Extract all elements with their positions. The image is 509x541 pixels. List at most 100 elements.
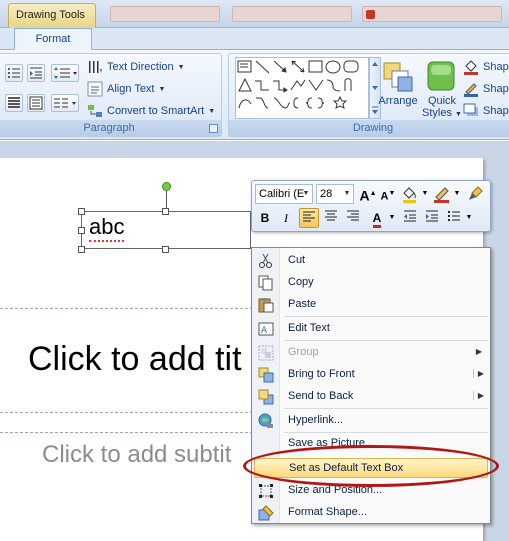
resize-handle[interactable] xyxy=(162,208,169,215)
chevron-down-icon[interactable]: ▼ xyxy=(420,184,430,204)
title-bar: Drawing Tools xyxy=(0,0,509,28)
bullets-icon xyxy=(8,68,20,78)
subtitle-placeholder[interactable]: Click to add subtit xyxy=(42,441,231,469)
drawing-group-label: Drawing xyxy=(229,120,509,136)
paragraph-dialog-launcher[interactable] xyxy=(209,124,218,133)
menu-separator xyxy=(284,316,488,317)
pencil-icon xyxy=(463,81,479,97)
shape-effects-icon xyxy=(463,103,479,119)
copy-icon xyxy=(258,275,274,291)
align-left-button[interactable] xyxy=(5,94,23,112)
title-placeholder[interactable]: Click to add tit xyxy=(28,340,242,379)
background-window-tab xyxy=(232,6,352,22)
menu-item-hyperlink[interactable]: Hyperlink... xyxy=(254,411,488,431)
align-left-button[interactable] xyxy=(299,208,319,228)
bullets-icon xyxy=(448,211,460,221)
text-direction-button[interactable]: Text Direction ▼ xyxy=(87,58,185,76)
paint-bucket-icon xyxy=(403,187,416,203)
paragraph-group: Text Direction ▼ Align Text ▼ Convert to… xyxy=(0,53,222,137)
menu-item-bring-to-front[interactable]: Bring to Front ▶ xyxy=(254,365,488,385)
smartart-icon xyxy=(87,103,103,119)
menu-item-send-to-back[interactable]: Send to Back ▶ xyxy=(254,387,488,407)
send-to-back-icon xyxy=(258,389,274,405)
resize-handle[interactable] xyxy=(162,246,169,253)
distributed-icon xyxy=(29,96,43,110)
shapes-gallery[interactable] xyxy=(235,57,369,119)
chevron-down-icon[interactable]: ▼ xyxy=(387,208,397,228)
line-color-button[interactable] xyxy=(432,184,452,204)
chevron-down-icon[interactable]: ▼ xyxy=(464,208,474,228)
increase-indent-button[interactable] xyxy=(422,208,442,228)
quick-styles-button[interactable]: Quick Styles ▼ xyxy=(417,57,467,119)
submenu-arrow-icon[interactable]: ▶ xyxy=(472,391,484,400)
drawing-group: Arrange Quick Styles ▼ Shap Shap Shap Dra… xyxy=(228,53,509,137)
size-position-icon xyxy=(258,483,274,499)
chevron-down-icon[interactable]: ▼ xyxy=(341,185,353,203)
menu-item-copy[interactable]: Copy xyxy=(254,273,488,293)
background-window-tab xyxy=(362,6,502,22)
bring-to-front-icon xyxy=(258,367,274,383)
paint-bucket-icon xyxy=(463,59,479,75)
align-right-icon xyxy=(347,210,359,221)
line-spacing-button[interactable] xyxy=(51,64,79,82)
pencil-icon xyxy=(434,187,449,203)
app-icon xyxy=(366,10,375,19)
columns-icon xyxy=(54,98,76,108)
resize-handle[interactable] xyxy=(78,227,85,234)
submenu-arrow-icon: ▶ xyxy=(475,347,482,356)
grow-font-button[interactable]: A▲ xyxy=(358,184,378,204)
quick-styles-icon xyxy=(427,61,455,91)
align-text-button[interactable]: Align Text ▼ xyxy=(87,80,165,98)
paste-icon xyxy=(258,297,274,313)
center-button[interactable] xyxy=(321,208,341,228)
font-size-combo[interactable]: 28 ▼ xyxy=(316,184,354,204)
font-name-combo[interactable]: Calibri (E ▼ xyxy=(255,184,313,204)
chevron-down-icon[interactable]: ▼ xyxy=(300,185,312,203)
rotation-connector xyxy=(166,191,167,209)
fill-color-button[interactable] xyxy=(400,184,420,204)
shape-fill-button[interactable]: Shap xyxy=(463,58,509,76)
chevron-down-icon[interactable]: ▼ xyxy=(452,184,462,204)
text-box-content[interactable]: abc xyxy=(89,214,125,242)
text-direction-icon xyxy=(87,59,103,75)
menu-item-cut[interactable]: Cut xyxy=(254,251,488,271)
font-color-button[interactable]: A xyxy=(367,208,387,228)
outdent-icon xyxy=(404,210,416,222)
shape-effects-button[interactable]: Shap xyxy=(463,102,509,120)
rotation-handle[interactable] xyxy=(162,182,171,191)
submenu-arrow-icon[interactable]: ▶ xyxy=(472,369,484,378)
shape-outline-button[interactable]: Shap xyxy=(463,80,509,98)
chevron-down-icon: ▼ xyxy=(208,107,216,115)
resize-handle[interactable] xyxy=(78,208,85,215)
distributed-button[interactable] xyxy=(27,94,45,112)
convert-to-smartart-button[interactable]: Convert to SmartArt ▼ xyxy=(87,102,215,120)
arrange-label: Arrange xyxy=(378,95,418,107)
bullets-button[interactable] xyxy=(444,208,464,228)
decrease-indent-button[interactable] xyxy=(400,208,420,228)
format-painter-button[interactable] xyxy=(466,184,486,204)
tab-format[interactable]: Format xyxy=(14,28,92,50)
resize-handle[interactable] xyxy=(78,246,85,253)
menu-item-format-shape[interactable]: Format Shape... xyxy=(254,503,488,523)
shrink-font-button[interactable]: A▼ xyxy=(378,184,398,204)
columns-button[interactable] xyxy=(51,94,79,112)
align-right-button[interactable] xyxy=(343,208,363,228)
annotation-ellipse xyxy=(243,445,499,487)
bold-button[interactable]: B xyxy=(255,208,275,228)
group-icon xyxy=(258,345,274,361)
arrange-button[interactable]: Arrange xyxy=(373,57,423,119)
menu-item-edit-text[interactable]: A Edit Text xyxy=(254,319,488,339)
italic-button[interactable]: I xyxy=(276,208,296,228)
bullets-button[interactable] xyxy=(5,64,23,82)
edit-text-icon: A xyxy=(258,321,274,337)
menu-item-group[interactable]: Group ▶ xyxy=(254,343,488,363)
indent-button[interactable] xyxy=(27,64,45,82)
quick-styles-label: Quick Styles ▼ xyxy=(422,95,462,119)
ribbon-tab-strip: Format xyxy=(0,28,509,50)
menu-separator xyxy=(284,340,488,341)
menu-item-paste[interactable]: Paste xyxy=(254,295,488,315)
mini-toolbar: Calibri (E ▼ 28 ▼ A▲ A▼ ▼ ▼ B I A ▼ ▼ xyxy=(251,180,491,232)
menu-separator xyxy=(284,408,488,409)
drawing-tools-contextual-tab: Drawing Tools xyxy=(8,3,96,28)
format-painter-icon xyxy=(469,186,483,200)
